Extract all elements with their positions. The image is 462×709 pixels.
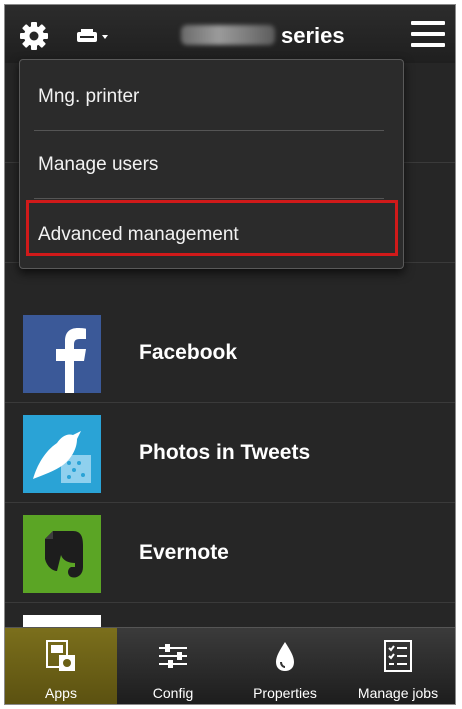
tab-apps[interactable]: Apps bbox=[5, 628, 117, 704]
sliders-icon bbox=[159, 644, 187, 668]
app-label: Photos in Tweets bbox=[139, 441, 311, 464]
tab-label: Properties bbox=[253, 685, 317, 701]
list-item[interactable]: Photos in Tweets bbox=[5, 403, 455, 503]
menu-divider bbox=[34, 130, 384, 131]
bottom-tab-bar: Apps Config Properties Manage jobs bbox=[5, 627, 455, 704]
printer-name: series bbox=[181, 23, 381, 49]
job-list-icon bbox=[384, 640, 412, 672]
tab-config[interactable]: Config bbox=[117, 628, 229, 704]
menu-item-mng-printer[interactable]: Mng. printer bbox=[38, 82, 139, 112]
gear-icon[interactable] bbox=[19, 21, 49, 51]
list-item[interactable]: Facebook bbox=[5, 303, 455, 403]
menu-item-advanced-management[interactable]: Advanced management bbox=[38, 220, 239, 250]
tab-manage-jobs[interactable]: Manage jobs bbox=[341, 628, 455, 704]
apps-icon bbox=[46, 640, 75, 671]
tab-label: Manage jobs bbox=[357, 685, 439, 701]
model-suffix: series bbox=[281, 23, 345, 48]
menu-item-manage-users[interactable]: Manage users bbox=[38, 150, 158, 180]
app-screen: Facebook Photos in Tweets Evernote serie… bbox=[4, 4, 456, 705]
printer-selector-icon[interactable] bbox=[75, 27, 111, 47]
app-label: Evernote bbox=[139, 541, 229, 564]
hamburger-menu-icon[interactable] bbox=[411, 21, 445, 51]
menu-divider bbox=[34, 198, 384, 199]
settings-dropdown-menu: Mng. printer Manage users Advanced manag… bbox=[19, 59, 404, 269]
evernote-icon bbox=[23, 515, 101, 593]
list-item[interactable]: Evernote bbox=[5, 503, 455, 603]
tab-label: Apps bbox=[45, 685, 77, 701]
app-label: Facebook bbox=[139, 341, 238, 364]
facebook-icon bbox=[23, 315, 101, 393]
app-header: series bbox=[5, 5, 455, 63]
twitter-photo-icon bbox=[23, 415, 101, 493]
redacted-model-name bbox=[181, 25, 275, 45]
tab-label: Config bbox=[152, 685, 194, 701]
ink-drop-icon bbox=[276, 642, 294, 671]
tab-properties[interactable]: Properties bbox=[229, 628, 341, 704]
